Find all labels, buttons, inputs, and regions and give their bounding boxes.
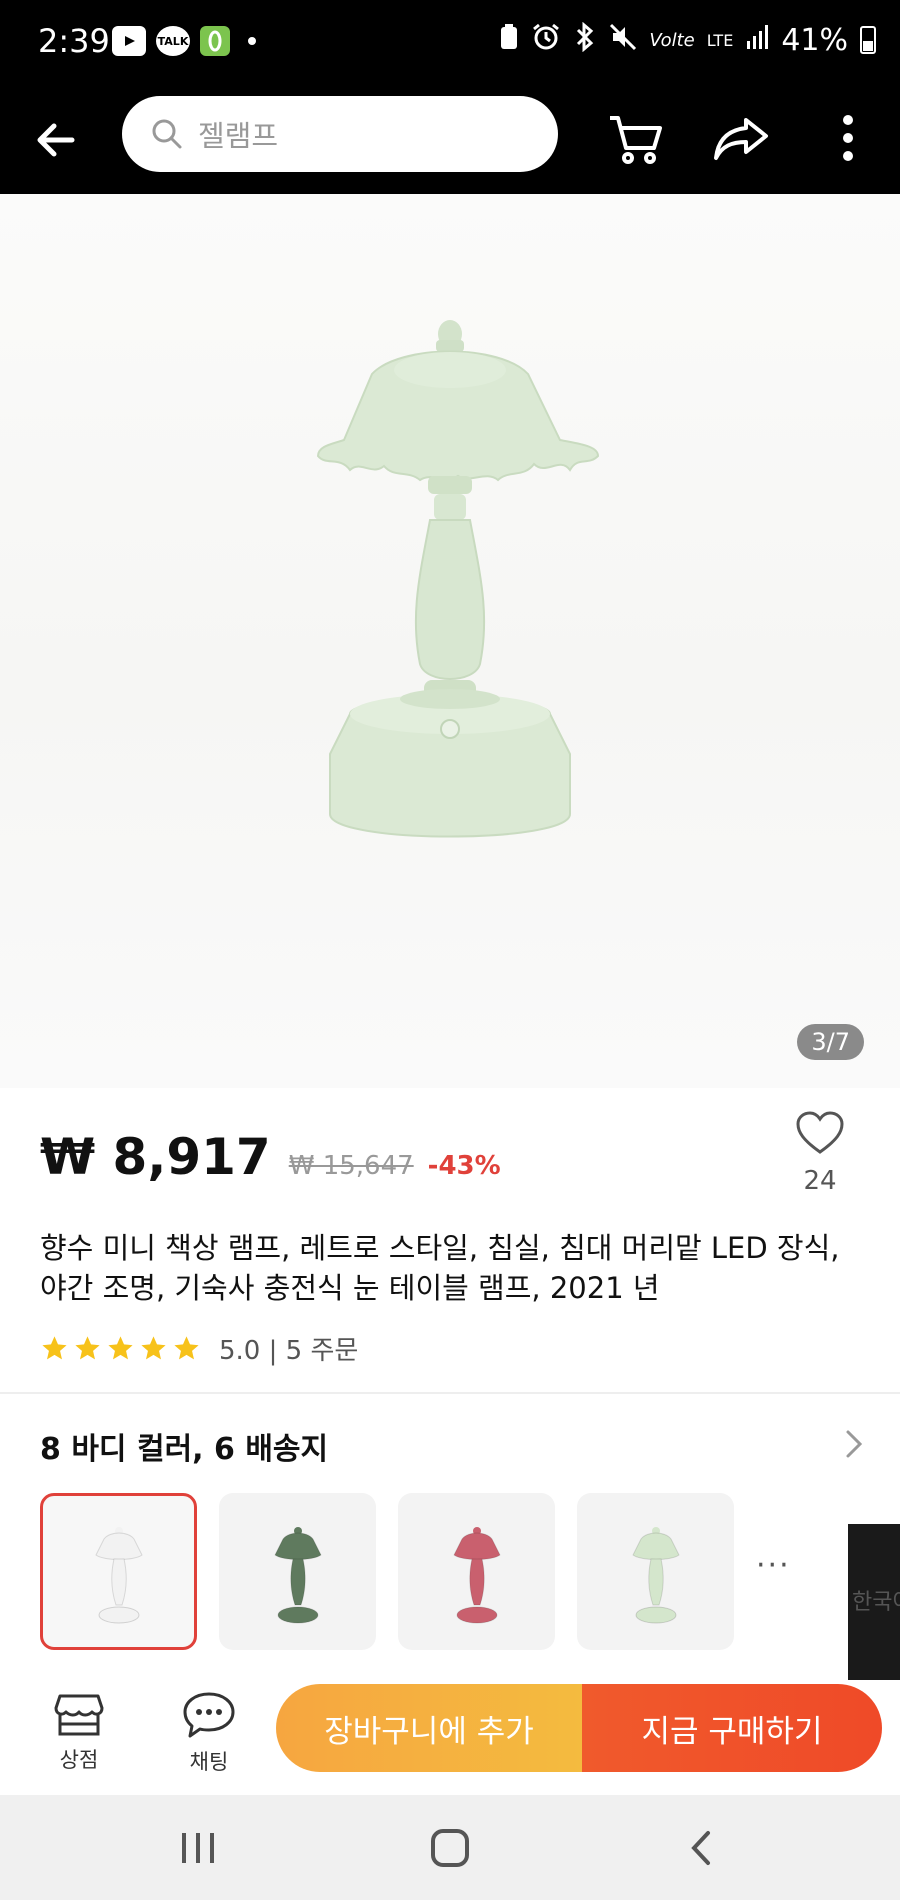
store-button[interactable]: 상점 — [34, 1690, 124, 1774]
notification-icons: TALK — [112, 26, 256, 56]
discount-badge: -43% — [427, 1151, 501, 1181]
system-back-icon — [691, 1831, 710, 1865]
home-icon — [431, 1829, 469, 1867]
system-nav-bar — [0, 1795, 900, 1900]
volte-icon: Volte — [649, 29, 695, 51]
recents-icon — [182, 1833, 214, 1863]
variant-thumb-green-lamp[interactable] — [219, 1493, 376, 1650]
lamp-thumbnail-icon — [94, 1526, 143, 1623]
search-input[interactable]: 젤램프 — [122, 96, 558, 172]
star-icon — [141, 1336, 166, 1360]
back-button[interactable] — [32, 110, 92, 170]
mute-icon — [609, 23, 637, 57]
rating-row[interactable]: 5.0 | 5 주문 — [40, 1330, 358, 1367]
variant-thumb-mint-lamp[interactable] — [577, 1493, 734, 1650]
more-vertical-icon — [843, 115, 853, 161]
variant-thumbnails — [40, 1493, 734, 1650]
more-notifications-dot — [248, 37, 256, 45]
original-price: ₩ 15,647 — [288, 1151, 414, 1181]
lamp-thumbnail-icon — [273, 1526, 322, 1623]
product-image-gallery[interactable]: 3/7 — [0, 194, 900, 1088]
chat-icon — [183, 1692, 235, 1738]
kakaotalk-icon: TALK — [156, 26, 190, 56]
search-icon — [152, 119, 182, 149]
chevron-right-icon — [846, 1430, 863, 1458]
system-back-button[interactable] — [672, 1825, 732, 1871]
star-icon — [75, 1336, 100, 1360]
search-query: 젤램프 — [198, 119, 279, 153]
product-title: 향수 미니 책상 램프, 레트로 스타일, 침실, 침대 머리맡 LED 장식,… — [40, 1231, 840, 1305]
star-icon — [42, 1336, 67, 1360]
buy-now-button[interactable]: 지금 구매하기 — [582, 1684, 882, 1772]
star-icon — [174, 1336, 199, 1360]
add-to-cart-button[interactable]: 장바구니에 추가 — [276, 1684, 582, 1772]
store-label: 상점 — [59, 1748, 99, 1772]
chat-label: 채팅 — [189, 1750, 229, 1774]
more-variants[interactable]: ··· — [756, 1548, 791, 1583]
lamp-image — [316, 320, 600, 838]
app-notification-icon — [200, 26, 230, 56]
store-icon — [54, 1694, 104, 1736]
variant-thumb-pink-lamp[interactable] — [398, 1493, 555, 1650]
home-button[interactable] — [420, 1825, 480, 1871]
status-bar: 2:39 TALK Volte LTE 41% — [0, 0, 900, 88]
youtube-icon — [112, 26, 146, 56]
recents-button[interactable] — [168, 1825, 228, 1871]
bluetooth-icon — [573, 21, 597, 58]
star-rating — [40, 1334, 201, 1363]
system-status: Volte LTE 41% — [499, 21, 876, 58]
battery-saver-icon — [499, 23, 519, 57]
image-counter: 3/7 — [797, 1024, 864, 1060]
lamp-thumbnail-icon — [452, 1526, 501, 1623]
divider — [0, 1392, 900, 1394]
current-price: ₩ 8,917 — [40, 1128, 271, 1186]
signal-icon — [745, 23, 769, 57]
app-header: 젤램프 — [0, 88, 900, 194]
back-arrow-icon — [37, 123, 75, 157]
battery-percent: 41% — [781, 22, 848, 58]
cart-button[interactable] — [604, 106, 668, 170]
battery-icon — [860, 26, 876, 54]
rating-text: 5.0 | 5 주문 — [219, 1336, 359, 1366]
heart-icon — [796, 1111, 844, 1154]
chat-button[interactable]: 채팅 — [164, 1690, 254, 1776]
variant-chevron-button[interactable] — [840, 1424, 870, 1464]
status-time: 2:39 — [38, 22, 110, 60]
lte-icon: LTE — [706, 30, 734, 50]
floating-video-text: 한국어 — [852, 1590, 900, 1615]
variant-thumb-white-lamp[interactable] — [40, 1493, 197, 1650]
wishlist-button[interactable]: 24 — [790, 1110, 850, 1196]
variant-title[interactable]: 8 바디 컬러, 6 배송지 — [40, 1424, 328, 1468]
price-row: ₩ 8,917 ₩ 15,647 -43% — [40, 1128, 501, 1186]
cart-icon — [610, 116, 662, 164]
star-icon — [108, 1336, 133, 1360]
alarm-icon — [531, 22, 561, 58]
action-bar: 상점 채팅 장바구니에 추가 지금 구매하기 — [0, 1680, 900, 1792]
share-button[interactable] — [710, 106, 774, 170]
more-button[interactable] — [816, 106, 880, 170]
share-icon — [714, 118, 768, 160]
wishlist-count: 24 — [803, 1166, 837, 1196]
lamp-thumbnail-icon — [631, 1526, 680, 1623]
